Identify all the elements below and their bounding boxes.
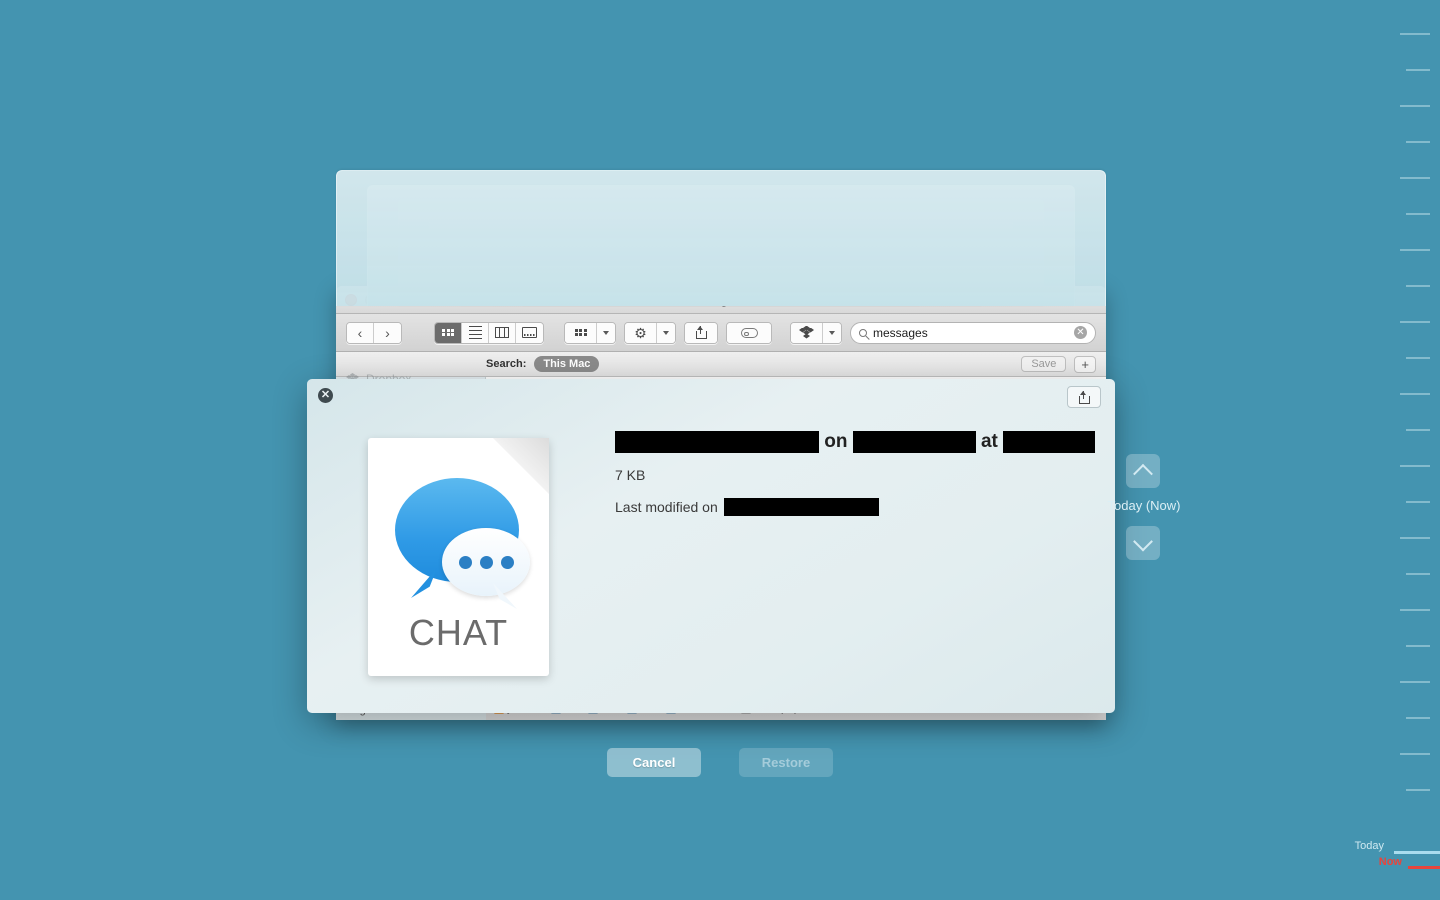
share-icon <box>695 326 707 339</box>
chat-document-icon: CHAT <box>368 438 549 676</box>
coverflow-view-icon <box>522 327 537 338</box>
chevron-down-icon <box>1133 531 1153 552</box>
edit-tags-button[interactable] <box>726 321 772 344</box>
timeline-tick[interactable] <box>1400 465 1430 467</box>
dropbox-button[interactable] <box>790 321 842 344</box>
timeline-tick[interactable] <box>1406 501 1430 503</box>
view-mode-group[interactable] <box>434 321 544 344</box>
clear-search-icon[interactable]: ✕ <box>1074 326 1087 339</box>
timeline-tick[interactable] <box>1406 141 1430 143</box>
finder-toolbar[interactable]: ‹ › ⚙ messages ✕ <box>336 314 1106 352</box>
timeline-tick[interactable] <box>1400 537 1430 539</box>
timeline-previous-button[interactable] <box>1126 454 1160 488</box>
file-title-row: on at <box>615 431 1095 453</box>
quick-look-close-button[interactable]: ✕ <box>318 388 333 403</box>
tag-icon-cell[interactable] <box>727 322 771 343</box>
stack-layer[interactable] <box>336 170 1106 306</box>
scope-this-mac[interactable]: This Mac <box>534 356 600 372</box>
timeline-tick[interactable] <box>1406 573 1430 575</box>
chevron-up-icon <box>1133 463 1153 484</box>
back-button[interactable]: ‹ <box>347 322 374 343</box>
timeline-tick[interactable] <box>1406 429 1430 431</box>
save-search-button[interactable]: Save <box>1021 356 1067 372</box>
share-icon-cell[interactable] <box>685 322 717 343</box>
chevron-down-icon <box>663 330 669 335</box>
time-machine-timeline[interactable]: Today Now <box>1355 0 1440 900</box>
back-arrow-icon: ‹ <box>357 324 363 341</box>
timeline-tick[interactable] <box>1400 753 1430 755</box>
tag-icon <box>740 327 758 338</box>
dropbox-icon <box>799 325 814 340</box>
timeline-tick[interactable] <box>1406 789 1430 791</box>
action-button[interactable]: ⚙ <box>624 321 676 344</box>
timeline-tick[interactable] <box>1400 609 1430 611</box>
nav-buttons[interactable]: ‹ › <box>346 321 402 344</box>
arrange-dropdown[interactable] <box>597 322 615 343</box>
timeline-now-marker[interactable] <box>1408 866 1440 869</box>
title-joiner-on: on <box>824 431 848 452</box>
forward-arrow-icon: › <box>385 324 390 341</box>
search-field[interactable]: messages ✕ <box>850 321 1096 344</box>
last-modified-label: Last modified on <box>615 499 718 515</box>
action-dropdown[interactable] <box>657 322 675 343</box>
redacted-filename <box>615 431 820 453</box>
cancel-button[interactable]: Cancel <box>607 748 701 777</box>
timeline-today-label: Today <box>1354 840 1384 852</box>
file-size: 7 KB <box>615 467 646 483</box>
gear-icon: ⚙ <box>634 324 647 341</box>
search-icon <box>859 328 867 337</box>
dropbox-dropdown[interactable] <box>823 322 841 343</box>
timeline-tick[interactable] <box>1400 681 1430 683</box>
current-snapshot-label: Today (Now) <box>1107 498 1181 513</box>
timeline-tick[interactable] <box>1406 285 1430 287</box>
arrange-icon-cell[interactable] <box>565 322 597 343</box>
timeline-tick[interactable] <box>1406 645 1430 647</box>
add-criteria-button[interactable]: + <box>1074 355 1096 373</box>
list-view-icon <box>468 325 482 340</box>
forward-button[interactable]: › <box>374 322 401 343</box>
timeline-tick[interactable] <box>1400 33 1430 35</box>
icon-view-icon <box>442 328 454 337</box>
redacted-date <box>852 431 976 453</box>
column-view-button[interactable] <box>489 322 516 343</box>
timeline-now-label: Now <box>1378 856 1402 868</box>
search-input[interactable]: messages <box>873 326 1068 340</box>
arrange-button[interactable] <box>564 321 616 344</box>
title-joiner-at: at <box>980 431 998 452</box>
timeline-today-marker[interactable] <box>1394 851 1440 854</box>
column-view-icon <box>495 327 509 338</box>
timeline-tick[interactable] <box>1400 105 1430 107</box>
redacted-time <box>1002 431 1095 453</box>
timeline-tick[interactable] <box>1406 357 1430 359</box>
timeline-tick[interactable] <box>1406 213 1430 215</box>
search-label: Search: <box>486 358 527 370</box>
last-modified-row: Last modified on <box>615 498 1095 516</box>
gear-icon-cell[interactable]: ⚙ <box>625 322 657 343</box>
timeline-tick[interactable] <box>1400 321 1430 323</box>
chevron-down-icon <box>603 330 609 335</box>
list-view-button[interactable] <box>462 322 489 343</box>
timeline-tick[interactable] <box>1406 717 1430 719</box>
quick-look-share-button[interactable] <box>1067 386 1101 408</box>
timeline-next-button[interactable] <box>1126 526 1160 560</box>
time-machine-action-buttons[interactable]: Cancel Restore <box>0 748 1440 777</box>
share-icon <box>1078 390 1090 404</box>
page-fold-corner <box>493 438 549 494</box>
arrange-icon <box>574 328 587 337</box>
quick-look-panel[interactable]: ✕ CHAT on at 7 KB Last modified on <box>307 379 1115 713</box>
restore-button: Restore <box>739 748 833 777</box>
timeline-tick[interactable] <box>1406 69 1430 71</box>
share-button[interactable] <box>684 321 718 344</box>
timeline-tick[interactable] <box>1400 249 1430 251</box>
coverflow-view-button[interactable] <box>516 322 543 343</box>
redacted-modified-date <box>723 498 879 516</box>
chevron-down-icon <box>829 330 835 335</box>
document-type-label: CHAT <box>408 612 509 653</box>
dropbox-icon-cell[interactable] <box>791 322 823 343</box>
quick-look-metadata: on at 7 KB Last modified on <box>615 431 1095 516</box>
icon-view-button[interactable] <box>435 322 462 343</box>
timeline-tick[interactable] <box>1400 393 1430 395</box>
timeline-tick[interactable] <box>1400 177 1430 179</box>
speech-bubble-white-icon <box>442 528 530 596</box>
